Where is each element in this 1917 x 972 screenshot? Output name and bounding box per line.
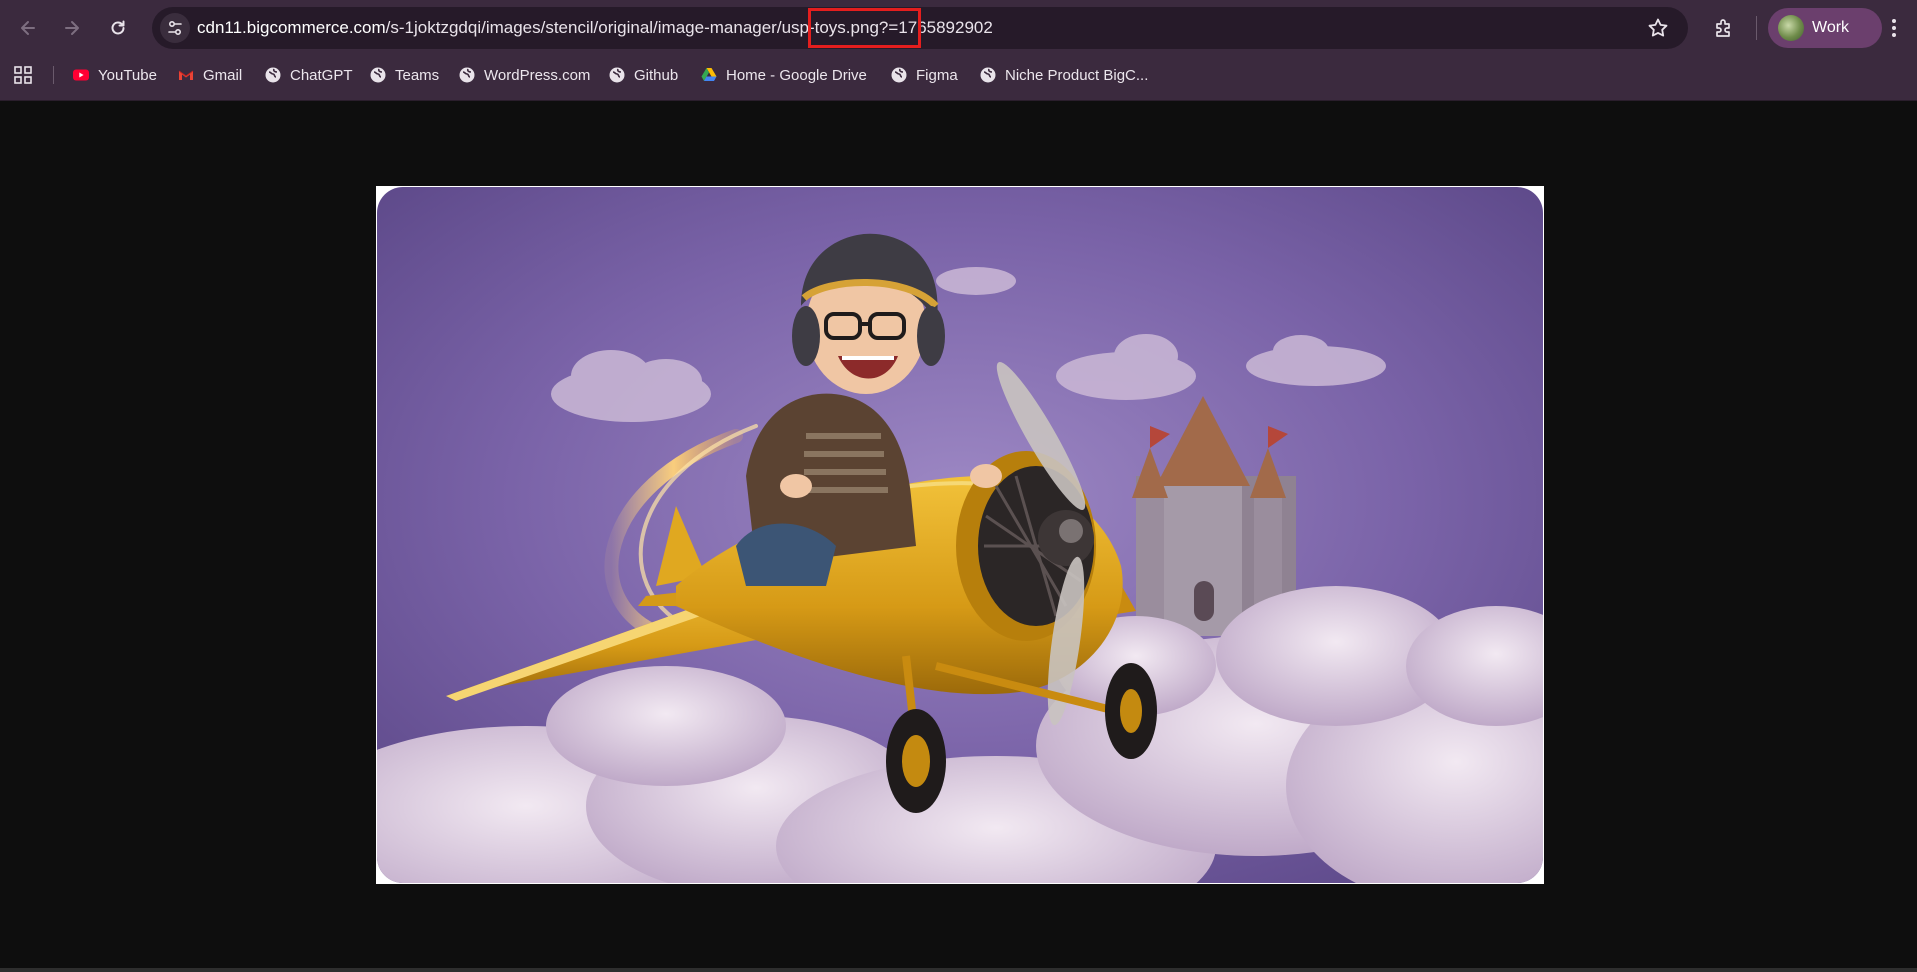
kebab-menu-icon [1892, 19, 1896, 37]
bookmarks-bar: YouTube Gmail ChatGPT Teams WordPress.co… [0, 58, 1917, 90]
window-bottom-border [0, 968, 1917, 972]
globe-icon [980, 67, 996, 83]
toolbar-divider [1756, 16, 1757, 40]
back-button[interactable] [12, 12, 44, 44]
url-path-before: /s-1joktzgdqi/images/stencil/original/im… [385, 18, 782, 37]
bookmark-label: WordPress.com [484, 66, 591, 84]
reload-icon [111, 20, 125, 35]
bookmark-teams[interactable]: Teams [369, 62, 439, 88]
gmail-icon [178, 70, 194, 80]
globe-icon [609, 67, 625, 83]
globe-icon [459, 67, 475, 83]
page-viewport [0, 101, 1917, 972]
bookmark-label: Home - Google Drive [726, 66, 867, 84]
address-bar[interactable]: cdn11.bigcommerce.com/s-1joktzgdqi/image… [152, 7, 1688, 49]
bookmark-figma[interactable]: Figma [890, 62, 958, 88]
apps-grid-icon[interactable] [12, 64, 34, 86]
bookmark-label: ChatGPT [290, 66, 353, 84]
browser-menu-button[interactable] [1878, 12, 1910, 44]
url-path-after: =1765892902 [888, 18, 993, 37]
star-icon [1648, 18, 1668, 37]
bookmark-star-button[interactable] [1646, 16, 1670, 40]
globe-icon [265, 67, 281, 83]
globe-icon [891, 67, 907, 83]
bookmark-niche-product[interactable]: Niche Product BigC... [979, 62, 1148, 88]
bookmark-youtube[interactable]: YouTube [72, 62, 157, 88]
globe-icon [370, 67, 386, 83]
arrow-left-icon [21, 21, 35, 35]
bookmark-google-drive[interactable]: Home - Google Drive [700, 62, 867, 88]
tune-icon [168, 20, 182, 36]
bookmark-chatgpt[interactable]: ChatGPT [264, 62, 353, 88]
url-host: cdn11.bigcommerce.com [197, 18, 386, 37]
bookmark-label: Niche Product BigC... [1005, 66, 1149, 84]
bookmark-github[interactable]: Github [608, 62, 678, 88]
bookmark-label: Github [634, 66, 679, 84]
browser-chrome: cdn11.bigcommerce.com/s-1joktzgdqi/image… [0, 0, 1917, 101]
bookmark-label: Teams [395, 66, 440, 84]
child-pilot-airplane-image [377, 187, 1543, 883]
puzzle-icon [1716, 19, 1730, 37]
profile-label: Work [1812, 19, 1850, 36]
bookmark-gmail[interactable]: Gmail [177, 62, 242, 88]
bookmarks-separator [53, 66, 54, 84]
displayed-image[interactable] [376, 186, 1544, 884]
youtube-icon [73, 69, 89, 81]
browser-toolbar: cdn11.bigcommerce.com/s-1joktzgdqi/image… [0, 0, 1917, 56]
profile-button[interactable]: Work [1768, 8, 1882, 48]
bookmark-label: Gmail [203, 66, 243, 84]
google-drive-icon [701, 68, 717, 81]
bookmark-label: YouTube [98, 66, 157, 84]
url-text[interactable]: cdn11.bigcommerce.com/s-1joktzgdqi/image… [197, 18, 993, 38]
forward-button[interactable] [56, 12, 88, 44]
url-path-highlighted: usp-toys.png? [781, 18, 889, 37]
arrow-right-icon [65, 21, 79, 35]
site-info-button[interactable] [160, 13, 190, 43]
avatar [1778, 15, 1804, 41]
bookmark-label: Figma [916, 66, 958, 84]
reload-button[interactable] [102, 12, 134, 44]
bookmark-wordpress[interactable]: WordPress.com [458, 62, 590, 88]
extensions-button[interactable] [1708, 12, 1740, 44]
